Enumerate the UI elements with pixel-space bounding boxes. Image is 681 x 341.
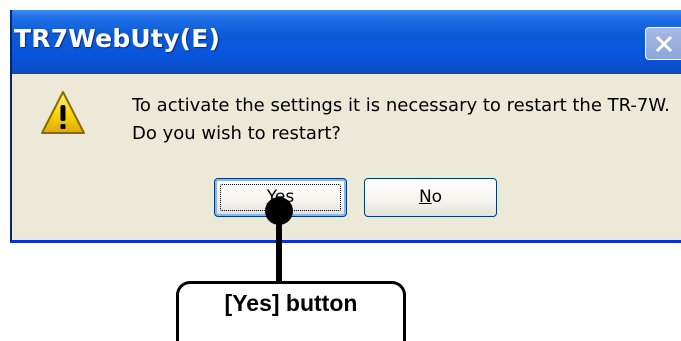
window-title: TR7WebUty(E) <box>14 24 221 53</box>
no-button-label: No <box>419 187 442 207</box>
dialog-message: To activate the settings it is necessary… <box>132 92 670 148</box>
close-button[interactable] <box>645 27 681 60</box>
warning-icon <box>41 91 85 134</box>
close-icon <box>655 35 673 53</box>
title-bar[interactable]: TR7WebUty(E) <box>12 10 681 74</box>
no-button[interactable]: No <box>364 178 497 217</box>
message-line-2: Do you wish to restart? <box>132 123 341 144</box>
message-line-1: To activate the settings it is necessary… <box>132 95 670 116</box>
callout-dot <box>265 197 293 225</box>
no-label-rest: o <box>431 187 443 207</box>
restart-dialog: TR7WebUty(E) To activate the settings it… <box>10 10 681 243</box>
no-mnemonic: N <box>418 187 432 207</box>
callout-label: [Yes] button <box>224 290 358 316</box>
